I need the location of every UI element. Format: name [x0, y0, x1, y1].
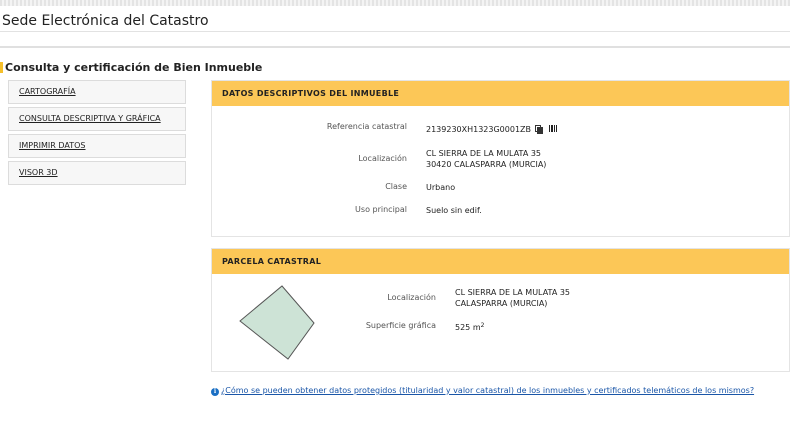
localizacion-line1: CL SIERRA DE LA MULATA 35	[426, 149, 542, 158]
barcode-icon[interactable]	[549, 125, 558, 132]
parcela-localizacion-line1: CL SIERRA DE LA MULATA 35	[455, 288, 571, 297]
ref-catastral-row: 2139230XH1323G0001ZB	[426, 124, 558, 135]
footer-info: i ¿Cómo se pueden obtener datos protegido…	[211, 386, 754, 396]
uso-principal-label: Uso principal	[355, 205, 407, 214]
info-icon: i	[211, 388, 219, 396]
sidebar-item-consulta-descriptiva[interactable]: CONSULTA DESCRIPTIVA Y GRÁFICA	[8, 107, 186, 131]
parcela-localizacion-label: Localización	[387, 293, 436, 302]
site-header: Sede Electrónica del Catastro	[0, 6, 790, 32]
page-title: Consulta y certificación de Bien Inmuebl…	[0, 61, 262, 75]
localizacion-label: Localización	[358, 154, 407, 163]
sidebar-item-imprimir-datos[interactable]: IMPRIMIR DATOS	[8, 134, 186, 158]
copy-icon[interactable]	[535, 125, 544, 134]
panel-header-parcela: PARCELA CATASTRAL	[212, 249, 789, 274]
parcela-localizacion-line2: CALASPARRA (MURCIA)	[455, 299, 548, 308]
sidebar-item-cartografia[interactable]: CARTOGRAFÍA	[8, 80, 186, 104]
clase-label: Clase	[385, 182, 407, 191]
sidebar-menu: CARTOGRAFÍA CONSULTA DESCRIPTIVA Y GRÁFI…	[8, 80, 186, 188]
panel-parcela-catastral: PARCELA CATASTRAL Localización CL SIERRA…	[211, 248, 790, 372]
header-separator	[0, 46, 790, 48]
sidebar-item-visor-3d[interactable]: VISOR 3D	[8, 161, 186, 185]
panel-datos-descriptivos: DATOS DESCRIPTIVOS DEL INMUEBLE Referenc…	[211, 80, 790, 237]
superficie-value: 525 m	[455, 323, 481, 332]
clase-value: Urbano	[426, 183, 456, 192]
superficie-unit-exponent: 2	[480, 322, 485, 329]
ref-catastral-value: 2139230XH1323G0001ZB	[426, 125, 532, 134]
superficie-label: Superficie gráfica	[365, 321, 436, 330]
site-title: Sede Electrónica del Catastro	[2, 13, 209, 29]
ref-catastral-label: Referencia catastral	[326, 122, 407, 131]
localizacion-line2: 30420 CALASPARRA (MURCIA)	[426, 160, 547, 169]
datos-protegidos-link[interactable]: ¿Cómo se pueden obtener datos protegidos…	[221, 386, 754, 395]
uso-principal-value: Suelo sin edif.	[426, 206, 482, 215]
panel-header-datos-descriptivos: DATOS DESCRIPTIVOS DEL INMUEBLE	[212, 81, 789, 106]
superficie-row: 525 m2	[455, 320, 484, 333]
